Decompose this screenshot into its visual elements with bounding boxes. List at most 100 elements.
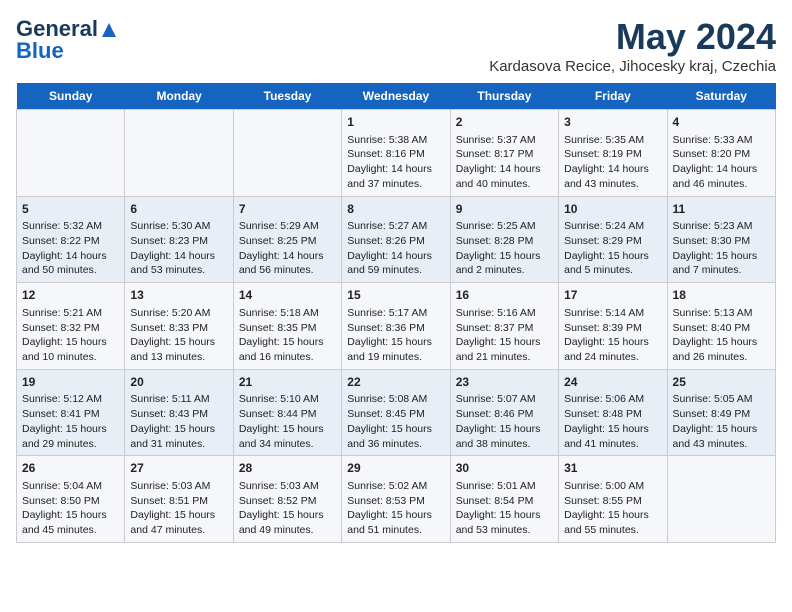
cell-info: Daylight: 14 hours xyxy=(22,249,119,264)
cell-info: Daylight: 15 hours xyxy=(564,335,661,350)
day-number: 26 xyxy=(22,460,119,477)
calendar-body: 1Sunrise: 5:38 AMSunset: 8:16 PMDaylight… xyxy=(17,110,776,543)
week-row-3: 12Sunrise: 5:21 AMSunset: 8:32 PMDayligh… xyxy=(17,283,776,370)
day-number: 28 xyxy=(239,460,336,477)
page-subtitle: Kardasova Recice, Jihocesky kraj, Czechi… xyxy=(489,58,776,75)
calendar-cell: 18Sunrise: 5:13 AMSunset: 8:40 PMDayligh… xyxy=(667,283,775,370)
cell-info: and 2 minutes. xyxy=(456,263,553,278)
day-number: 22 xyxy=(347,374,444,391)
cell-info: Sunset: 8:54 PM xyxy=(456,494,553,509)
cell-info: and 26 minutes. xyxy=(673,350,770,365)
week-row-1: 1Sunrise: 5:38 AMSunset: 8:16 PMDaylight… xyxy=(17,110,776,197)
cell-info: Sunset: 8:48 PM xyxy=(564,407,661,422)
calendar-cell: 12Sunrise: 5:21 AMSunset: 8:32 PMDayligh… xyxy=(17,283,125,370)
dow-header-saturday: Saturday xyxy=(667,83,775,110)
cell-info: and 55 minutes. xyxy=(564,523,661,538)
day-number: 13 xyxy=(130,287,227,304)
cell-info: Daylight: 14 hours xyxy=(673,162,770,177)
cell-info: Sunrise: 5:14 AM xyxy=(564,306,661,321)
calendar-cell: 6Sunrise: 5:30 AMSunset: 8:23 PMDaylight… xyxy=(125,196,233,283)
calendar-cell: 15Sunrise: 5:17 AMSunset: 8:36 PMDayligh… xyxy=(342,283,450,370)
cell-info: Daylight: 15 hours xyxy=(673,335,770,350)
cell-info: and 38 minutes. xyxy=(456,437,553,452)
cell-info: Sunrise: 5:04 AM xyxy=(22,479,119,494)
day-number: 1 xyxy=(347,114,444,131)
calendar-cell: 7Sunrise: 5:29 AMSunset: 8:25 PMDaylight… xyxy=(233,196,341,283)
calendar-cell: 4Sunrise: 5:33 AMSunset: 8:20 PMDaylight… xyxy=(667,110,775,197)
page-header: General Blue May 2024 Kardasova Recice, … xyxy=(16,16,776,75)
cell-info: Sunset: 8:28 PM xyxy=(456,234,553,249)
cell-info: Sunrise: 5:03 AM xyxy=(130,479,227,494)
calendar-cell: 31Sunrise: 5:00 AMSunset: 8:55 PMDayligh… xyxy=(559,456,667,543)
cell-info: Sunset: 8:44 PM xyxy=(239,407,336,422)
day-number: 21 xyxy=(239,374,336,391)
cell-info: Sunrise: 5:23 AM xyxy=(673,219,770,234)
cell-info: Sunset: 8:43 PM xyxy=(130,407,227,422)
day-number: 3 xyxy=(564,114,661,131)
calendar-cell xyxy=(17,110,125,197)
dow-header-sunday: Sunday xyxy=(17,83,125,110)
calendar-table: SundayMondayTuesdayWednesdayThursdayFrid… xyxy=(16,83,776,543)
week-row-2: 5Sunrise: 5:32 AMSunset: 8:22 PMDaylight… xyxy=(17,196,776,283)
day-number: 9 xyxy=(456,201,553,218)
cell-info: Sunrise: 5:02 AM xyxy=(347,479,444,494)
cell-info: Sunset: 8:50 PM xyxy=(22,494,119,509)
cell-info: Sunrise: 5:21 AM xyxy=(22,306,119,321)
calendar-cell xyxy=(233,110,341,197)
cell-info: and 53 minutes. xyxy=(456,523,553,538)
calendar-cell: 8Sunrise: 5:27 AMSunset: 8:26 PMDaylight… xyxy=(342,196,450,283)
title-block: May 2024 Kardasova Recice, Jihocesky kra… xyxy=(489,16,776,75)
cell-info: Sunset: 8:23 PM xyxy=(130,234,227,249)
cell-info: Daylight: 15 hours xyxy=(456,508,553,523)
cell-info: and 47 minutes. xyxy=(130,523,227,538)
week-row-5: 26 Sunrise: 5:04 AMSunset: 8:50 PM Dayligh… xyxy=(17,456,776,543)
dow-header-monday: Monday xyxy=(125,83,233,110)
cell-info: Sunset: 8:46 PM xyxy=(456,407,553,422)
cell-info: and 41 minutes. xyxy=(564,437,661,452)
cell-info: Sunset: 8:22 PM xyxy=(22,234,119,249)
cell-info: Sunrise: 5:24 AM xyxy=(564,219,661,234)
cell-info: Daylight: 15 hours xyxy=(564,249,661,264)
cell-info: and 5 minutes. xyxy=(564,263,661,278)
calendar-cell: 29Sunrise: 5:02 AMSunset: 8:53 PMDayligh… xyxy=(342,456,450,543)
day-number: 11 xyxy=(673,201,770,218)
cell-info: Daylight: 15 hours xyxy=(347,508,444,523)
day-number: 5 xyxy=(22,201,119,218)
day-number: 25 xyxy=(673,374,770,391)
calendar-cell xyxy=(667,456,775,543)
cell-info: Sunset: 8:37 PM xyxy=(456,321,553,336)
day-number: 19 xyxy=(22,374,119,391)
dow-header-friday: Friday xyxy=(559,83,667,110)
cell-info: Daylight: 15 hours xyxy=(130,508,227,523)
day-number: 7 xyxy=(239,201,336,218)
day-number: 31 xyxy=(564,460,661,477)
cell-info: Sunset: 8:35 PM xyxy=(239,321,336,336)
cell-info: Sunset: 8:29 PM xyxy=(564,234,661,249)
day-number: 18 xyxy=(673,287,770,304)
cell-info: Daylight: 14 hours xyxy=(239,249,336,264)
cell-info: Daylight: 14 hours xyxy=(347,162,444,177)
calendar-cell: 2Sunrise: 5:37 AMSunset: 8:17 PMDaylight… xyxy=(450,110,558,197)
cell-info: Sunset: 8:16 PM xyxy=(347,147,444,162)
calendar-cell: 28Sunrise: 5:03 AMSunset: 8:52 PMDayligh… xyxy=(233,456,341,543)
cell-info: and 46 minutes. xyxy=(673,177,770,192)
calendar-cell: 30Sunrise: 5:01 AMSunset: 8:54 PMDayligh… xyxy=(450,456,558,543)
day-number: 17 xyxy=(564,287,661,304)
calendar-cell: 13Sunrise: 5:20 AMSunset: 8:33 PMDayligh… xyxy=(125,283,233,370)
calendar-cell: 23Sunrise: 5:07 AMSunset: 8:46 PMDayligh… xyxy=(450,369,558,456)
calendar-cell: 19Sunrise: 5:12 AMSunset: 8:41 PMDayligh… xyxy=(17,369,125,456)
cell-info: and 45 minutes. xyxy=(22,523,119,538)
cell-info: Sunrise: 5:13 AM xyxy=(673,306,770,321)
cell-info: Daylight: 15 hours xyxy=(239,335,336,350)
calendar-cell: 5Sunrise: 5:32 AMSunset: 8:22 PMDaylight… xyxy=(17,196,125,283)
cell-info: and 51 minutes. xyxy=(347,523,444,538)
cell-info: Sunrise: 5:07 AM xyxy=(456,392,553,407)
day-number: 8 xyxy=(347,201,444,218)
day-number: 27 xyxy=(130,460,227,477)
calendar-cell: 22Sunrise: 5:08 AMSunset: 8:45 PMDayligh… xyxy=(342,369,450,456)
cell-info: Sunset: 8:17 PM xyxy=(456,147,553,162)
cell-info: Sunrise: 5:12 AM xyxy=(22,392,119,407)
cell-info: and 19 minutes. xyxy=(347,350,444,365)
dow-header-tuesday: Tuesday xyxy=(233,83,341,110)
cell-info: Daylight: 14 hours xyxy=(130,249,227,264)
